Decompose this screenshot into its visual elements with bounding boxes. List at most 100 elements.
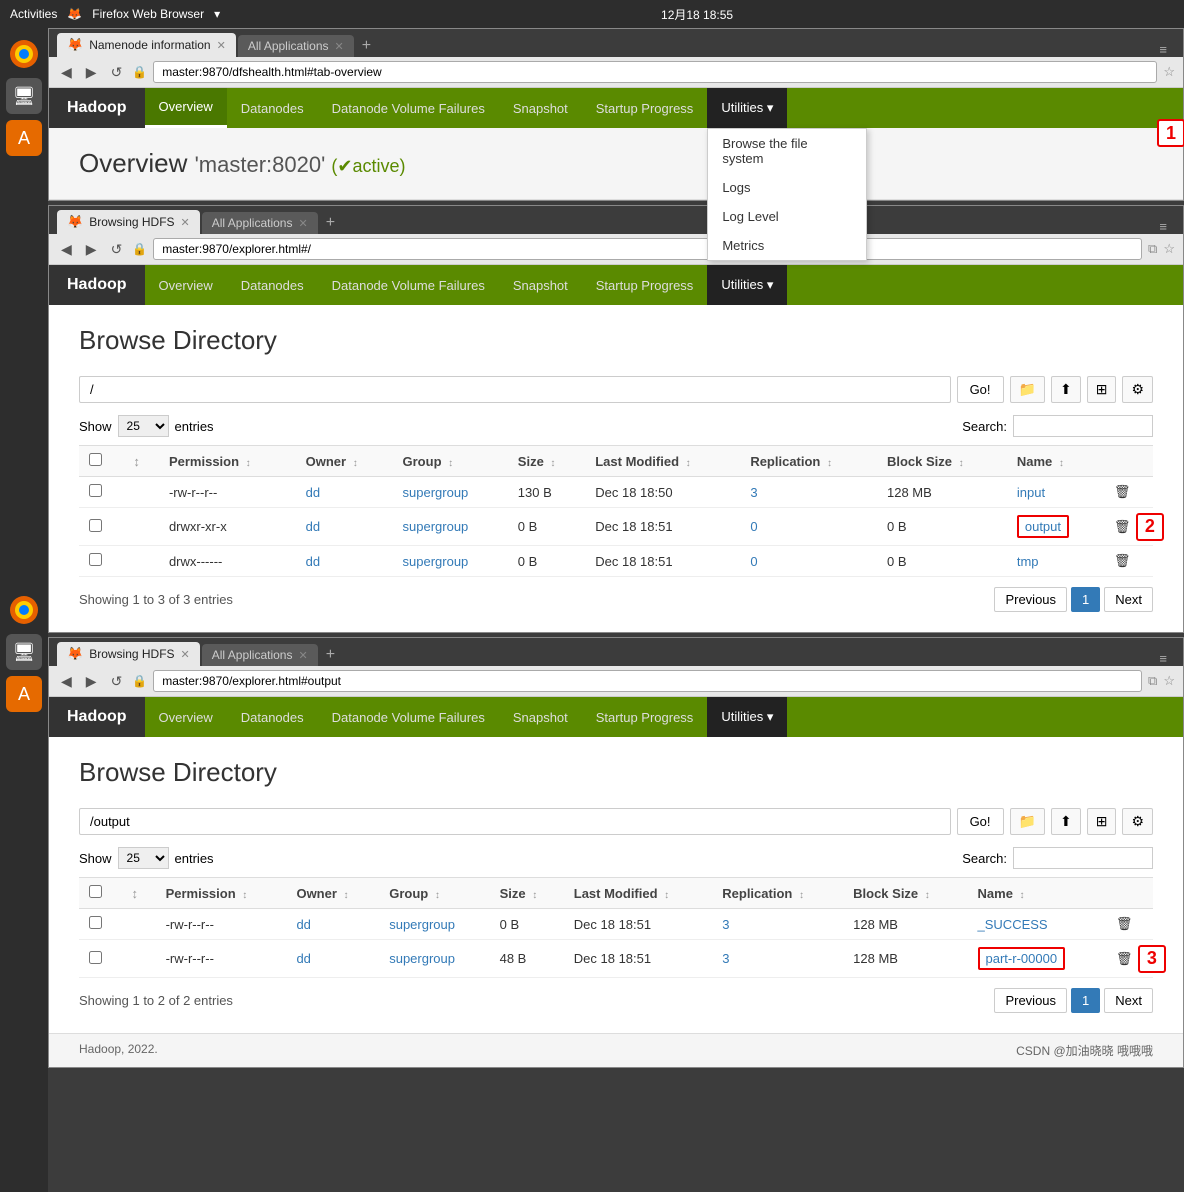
nav-datanode-failures-3[interactable]: Datanode Volume Failures <box>318 697 499 737</box>
td-delete-2-2[interactable]: 🗑 <box>1104 546 1153 577</box>
up-icon-btn-3[interactable]: ⬆ <box>1051 808 1081 835</box>
screenshot-icon-2[interactable]: ⧉ <box>1148 241 1157 257</box>
address-bar-2[interactable] <box>153 238 1142 260</box>
search-input-2[interactable] <box>1013 415 1153 437</box>
bookmark-icon-2[interactable]: ☆ <box>1163 241 1175 257</box>
td-checkbox-3-0[interactable] <box>79 909 121 940</box>
nav-snapshot-1[interactable]: Snapshot <box>499 88 582 128</box>
nav-startup-3[interactable]: Startup Progress <box>582 697 708 737</box>
screenshot-icon-3[interactable]: ⧉ <box>1148 673 1157 689</box>
th-sort-3[interactable]: ↕ <box>121 878 155 909</box>
th-replication-3[interactable]: Replication ↕ <box>712 878 843 909</box>
folder-icon-btn-3[interactable]: 📁 <box>1010 808 1045 835</box>
td-checkbox-2-2[interactable] <box>79 546 123 577</box>
tab-close-hdfs-3[interactable]: ✕ <box>181 648 190 661</box>
th-blocksize-3[interactable]: Block Size ↕ <box>843 878 967 909</box>
sidebar-firefox-icon-2[interactable] <box>6 592 42 628</box>
th-replication-2[interactable]: Replication ↕ <box>740 446 877 477</box>
dropdown-logs-1[interactable]: Logs <box>708 173 866 202</box>
browser-tab-allapps-3[interactable]: All Applications ✕ <box>202 644 318 666</box>
entries-select-2[interactable]: 25 50 100 <box>118 415 169 437</box>
path-input-2[interactable] <box>79 376 951 403</box>
nav-snapshot-2[interactable]: Snapshot <box>499 265 582 305</box>
highlighted-output[interactable]: output <box>1017 515 1069 538</box>
forward-btn-2[interactable]: ▶ <box>82 239 101 260</box>
address-bar-3[interactable] <box>153 670 1142 692</box>
th-modified-2[interactable]: Last Modified ↕ <box>585 446 740 477</box>
sidebar-monitor-icon[interactable]: 🖥 <box>6 78 42 114</box>
dropdown-browse-1[interactable]: Browse the file system <box>708 129 866 173</box>
bookmark-icon-1[interactable]: ☆ <box>1163 64 1175 80</box>
next-btn-3[interactable]: Next <box>1104 988 1153 1013</box>
settings-icon-btn-2[interactable]: ⚙ <box>1122 376 1153 403</box>
tab-close-1[interactable]: ✕ <box>217 39 226 52</box>
window-menu-3[interactable]: ≡ <box>1151 651 1175 666</box>
refresh-btn-2[interactable]: ↺ <box>107 239 127 260</box>
th-name-3[interactable]: Name ↕ <box>968 878 1106 909</box>
th-permission-2[interactable]: Permission ↕ <box>159 446 296 477</box>
th-group-2[interactable]: Group ↕ <box>393 446 508 477</box>
browser-tab-allapps-1[interactable]: All Applications ✕ <box>238 35 354 57</box>
nav-overview-2[interactable]: Overview <box>145 265 227 305</box>
forward-btn-1[interactable]: ▶ <box>82 62 101 83</box>
th-owner-2[interactable]: Owner ↕ <box>296 446 393 477</box>
td-delete-3-0[interactable]: 🗑 <box>1106 909 1153 940</box>
path-input-3[interactable] <box>79 808 951 835</box>
th-blocksize-2[interactable]: Block Size ↕ <box>877 446 1007 477</box>
sidebar-software-icon-2[interactable]: A <box>6 676 42 712</box>
nav-snapshot-3[interactable]: Snapshot <box>499 697 582 737</box>
prev-btn-2[interactable]: Previous <box>994 587 1067 612</box>
nav-datanode-failures-2[interactable]: Datanode Volume Failures <box>318 265 499 305</box>
td-checkbox-2-0[interactable] <box>79 477 123 508</box>
nav-datanodes-1[interactable]: Datanodes <box>227 88 318 128</box>
highlighted-part-r[interactable]: part-r-00000 <box>978 947 1066 970</box>
sidebar-firefox-icon[interactable] <box>6 36 42 72</box>
tab-close-allapps-2[interactable]: ✕ <box>298 217 307 230</box>
nav-startup-2[interactable]: Startup Progress <box>582 265 708 305</box>
back-btn-3[interactable]: ◀ <box>57 671 76 692</box>
th-owner-3[interactable]: Owner ↕ <box>286 878 379 909</box>
bookmark-icon-3[interactable]: ☆ <box>1163 673 1175 689</box>
select-all-2[interactable] <box>89 453 102 466</box>
prev-btn-3[interactable]: Previous <box>994 988 1067 1013</box>
td-delete-2-0[interactable]: 🗑 <box>1104 477 1153 508</box>
grid-icon-btn-3[interactable]: ⊞ <box>1087 808 1117 835</box>
next-btn-2[interactable]: Next <box>1104 587 1153 612</box>
browser-tab-hdfs-2[interactable]: 🦊 Browsing HDFS ✕ <box>57 210 200 234</box>
browser-tab-namenode[interactable]: 🦊 Namenode information ✕ <box>57 33 236 57</box>
go-btn-2[interactable]: Go! <box>957 376 1004 403</box>
browser-tab-hdfs-3[interactable]: 🦊 Browsing HDFS ✕ <box>57 642 200 666</box>
new-tab-btn-3[interactable]: + <box>320 644 341 666</box>
th-checkbox-2[interactable] <box>79 446 123 477</box>
sidebar-software-icon[interactable]: A <box>6 120 42 156</box>
dropdown-metrics-1[interactable]: Metrics <box>708 231 866 260</box>
select-all-3[interactable] <box>89 885 102 898</box>
sidebar-monitor-icon-2[interactable]: 🖥 <box>6 634 42 670</box>
nav-overview-1[interactable]: Overview <box>145 88 227 128</box>
th-modified-3[interactable]: Last Modified ↕ <box>564 878 713 909</box>
th-name-2[interactable]: Name ↕ <box>1007 446 1104 477</box>
back-btn-2[interactable]: ◀ <box>57 239 76 260</box>
nav-utilities-3[interactable]: Utilities ▾ <box>707 697 787 737</box>
nav-utilities-2[interactable]: Utilities ▾ <box>707 265 787 305</box>
nav-utilities-1[interactable]: Utilities ▾ <box>707 88 787 128</box>
th-group-3[interactable]: Group ↕ <box>379 878 489 909</box>
th-size-2[interactable]: Size ↕ <box>508 446 585 477</box>
folder-icon-btn-2[interactable]: 📁 <box>1010 376 1045 403</box>
nav-datanodes-2[interactable]: Datanodes <box>227 265 318 305</box>
refresh-btn-3[interactable]: ↺ <box>107 671 127 692</box>
new-tab-btn-1[interactable]: + <box>356 35 377 57</box>
grid-icon-btn-2[interactable]: ⊞ <box>1087 376 1117 403</box>
go-btn-3[interactable]: Go! <box>957 808 1004 835</box>
th-size-3[interactable]: Size ↕ <box>490 878 564 909</box>
up-icon-btn-2[interactable]: ⬆ <box>1051 376 1081 403</box>
td-checkbox-3-1[interactable] <box>79 940 121 978</box>
tab-close-allapps-1[interactable]: ✕ <box>335 40 344 53</box>
tab-close-hdfs-2[interactable]: ✕ <box>181 216 190 229</box>
window-menu-1[interactable]: ≡ <box>1151 42 1175 57</box>
window-menu-2[interactable]: ≡ <box>1151 219 1175 234</box>
settings-icon-btn-3[interactable]: ⚙ <box>1122 808 1153 835</box>
tab-close-allapps-3[interactable]: ✕ <box>298 649 307 662</box>
page-1-btn-2[interactable]: 1 <box>1071 587 1100 612</box>
browser-tab-allapps-2[interactable]: All Applications ✕ <box>202 212 318 234</box>
